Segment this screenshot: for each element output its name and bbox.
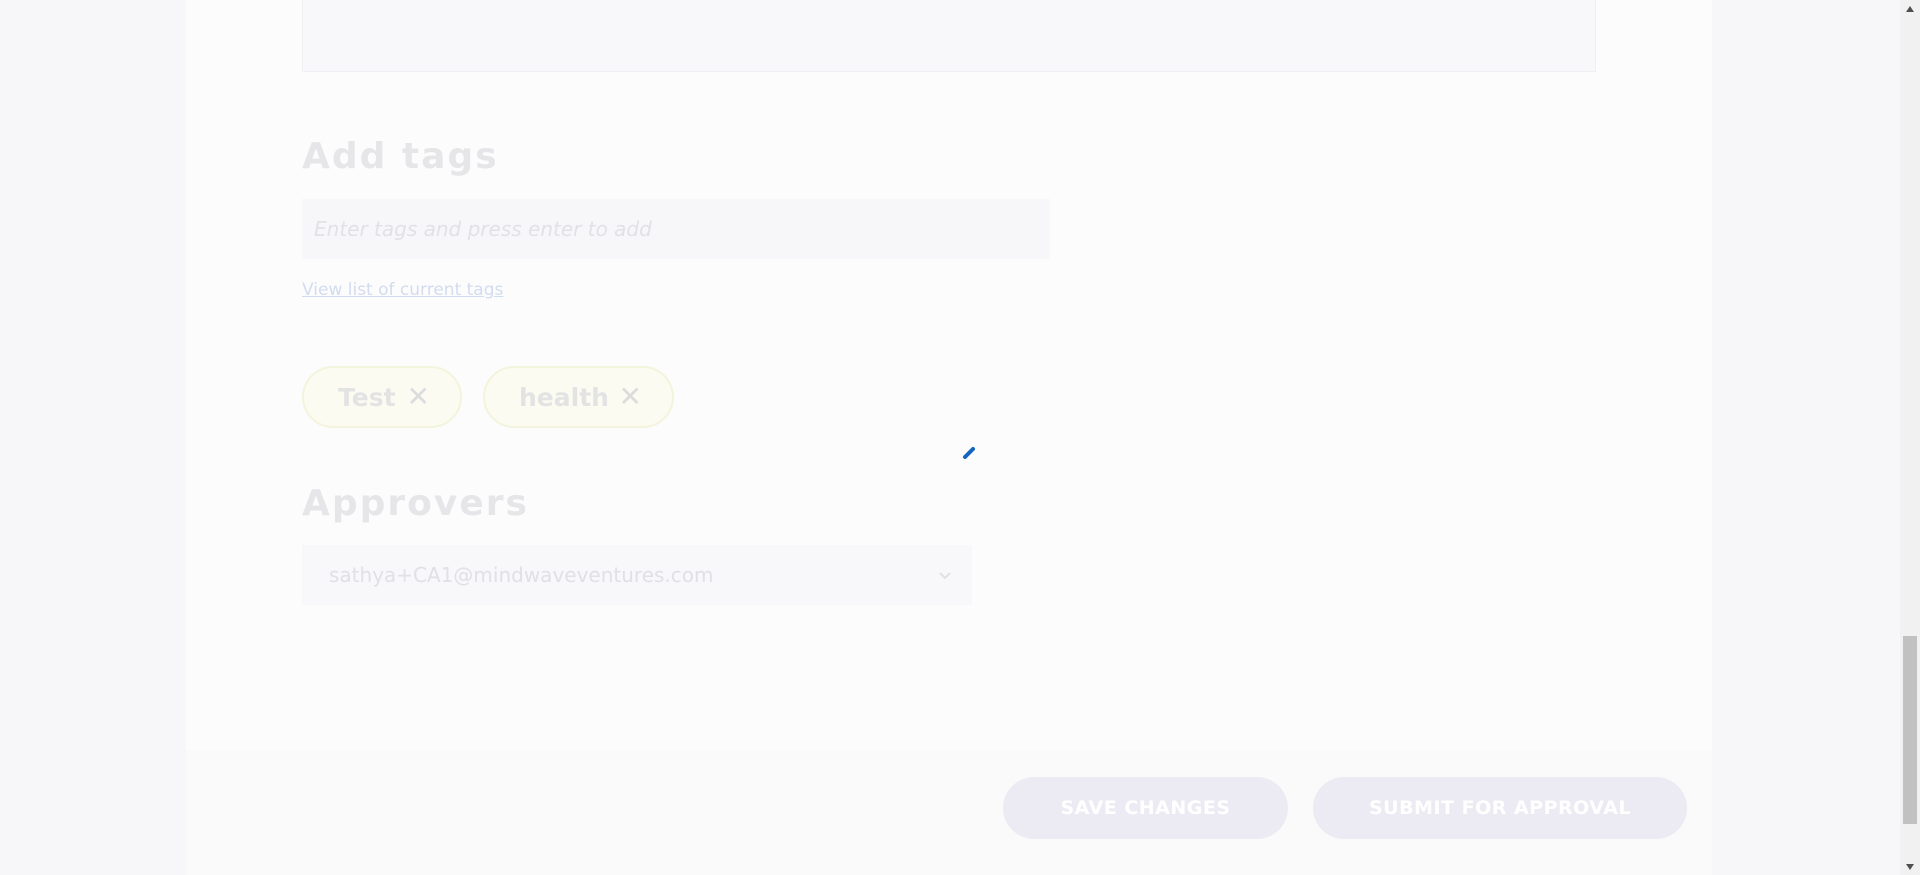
close-icon[interactable]: ✕ xyxy=(407,383,430,411)
approvers-heading: Approvers xyxy=(302,483,529,524)
triangle-down-icon xyxy=(1906,863,1914,870)
page: Add tags View list of current tags Test … xyxy=(0,0,1920,875)
close-icon[interactable]: ✕ xyxy=(619,383,642,411)
tag-chip-test: Test ✕ xyxy=(302,366,462,428)
description-textarea[interactable] xyxy=(302,0,1596,72)
tags-input[interactable] xyxy=(302,199,1050,259)
scroll-up-arrow[interactable] xyxy=(1900,0,1920,17)
scroll-down-arrow[interactable] xyxy=(1900,858,1920,875)
vertical-scrollbar[interactable] xyxy=(1900,0,1920,875)
add-tags-heading: Add tags xyxy=(302,136,499,177)
loading-spinner-icon xyxy=(963,447,975,459)
tag-chip-label: Test xyxy=(338,382,396,412)
save-changes-button[interactable]: SAVE CHANGES xyxy=(1003,777,1288,839)
scroll-thumb[interactable] xyxy=(1903,636,1917,824)
tag-chip-health: health ✕ xyxy=(483,366,674,428)
tag-chip-label: health xyxy=(519,382,609,412)
approver-selected-value: sathya+CA1@mindwaveventures.com xyxy=(329,563,714,587)
approver-select[interactable]: sathya+CA1@mindwaveventures.com xyxy=(302,545,972,605)
view-tags-link[interactable]: View list of current tags xyxy=(302,280,503,300)
submit-for-approval-button[interactable]: SUBMIT FOR APPROVAL xyxy=(1313,777,1687,839)
chevron-down-icon xyxy=(939,572,951,580)
triangle-up-icon xyxy=(1906,5,1914,12)
